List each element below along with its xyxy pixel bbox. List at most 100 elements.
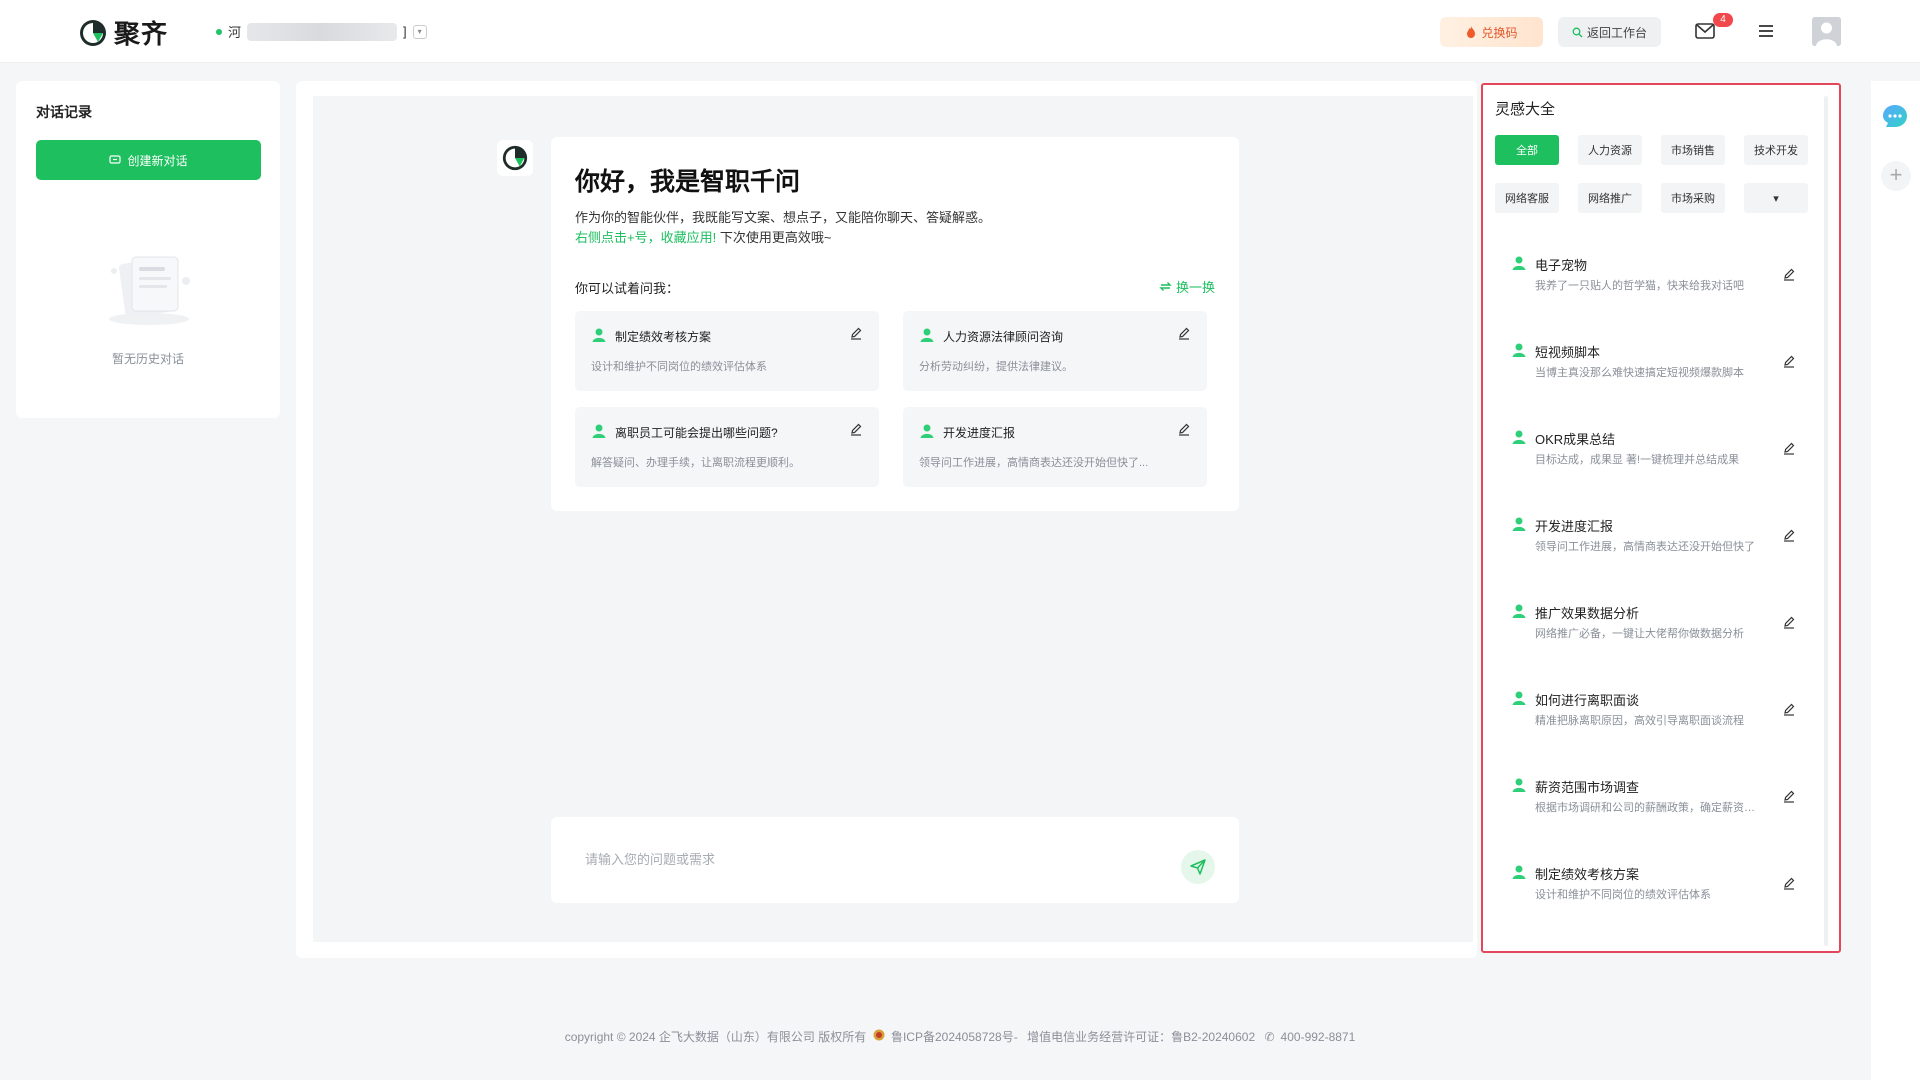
item-title: 如何进行离职面谈 [1535, 693, 1640, 708]
icp-link[interactable]: 鲁ICP备2024058728号- [891, 1030, 1018, 1044]
item-subtitle: 设计和维护不同岗位的绩效评估体系 [1535, 889, 1711, 901]
org-name-redacted [247, 22, 398, 41]
user-icon [592, 328, 606, 342]
refresh-button[interactable]: 换一换 [1159, 277, 1215, 296]
category-tab-promotion[interactable]: 网络推广 [1578, 183, 1642, 213]
inspiration-item[interactable]: 电子宠物 我养了一只贴人的哲学猫，快来给我对话吧 [1495, 243, 1815, 307]
user-icon [1512, 604, 1526, 618]
phone-number: 400-992-8871 [1280, 1030, 1356, 1044]
category-tab-purchasing[interactable]: 市场采购 [1661, 183, 1725, 213]
inspiration-item[interactable]: 如何进行离职面谈 精准把脉离职原因，高效引导离职面谈流程 [1495, 678, 1815, 742]
question-card[interactable]: 开发进度汇报 领导问工作进展，高情商表达还没开始但快了... [903, 407, 1207, 487]
welcome-card: 你好，我是智职千问 作为你的智能伙伴，我既能写文案、想点子，又能陪你聊天、答疑解… [551, 137, 1239, 511]
phone-icon: ✆ [1264, 1030, 1275, 1044]
chat-input[interactable] [585, 846, 1145, 872]
question-card[interactable]: 离职员工可能会提出哪些问题? 解答疑问、办理手续，让离职流程更顺利。 [575, 407, 879, 487]
refresh-label: 换一换 [1175, 280, 1215, 295]
edit-icon[interactable] [849, 422, 863, 436]
user-icon [1812, 17, 1841, 46]
item-subtitle: 当博主真没那么难快速搞定短视频爆款脚本 [1535, 367, 1744, 379]
refresh-icon [1159, 282, 1172, 291]
item-title: 推广效果数据分析 [1535, 606, 1640, 621]
edit-icon[interactable] [1177, 326, 1191, 340]
edit-icon[interactable] [1782, 528, 1796, 542]
category-tab-tech[interactable]: 技术开发 [1744, 135, 1808, 165]
question-title: 人力资源法律顾问咨询 [943, 330, 1064, 344]
chevron-down-icon[interactable]: ▾ [412, 24, 427, 39]
edit-icon[interactable] [1782, 441, 1796, 455]
edit-icon[interactable] [1782, 876, 1796, 890]
edit-icon[interactable] [1782, 702, 1796, 716]
brand-name: 聚齐 [114, 19, 169, 49]
question-title: 制定绩效考核方案 [615, 330, 712, 344]
org-selector[interactable]: 河 ] ▾ [216, 22, 427, 41]
category-tab-all[interactable]: 全部 [1495, 135, 1559, 165]
user-icon [1512, 691, 1526, 705]
user-icon [1512, 256, 1526, 270]
category-tab-support[interactable]: 网络客服 [1495, 183, 1559, 213]
logo-icon [80, 19, 106, 46]
item-title: 短视频脚本 [1535, 345, 1601, 360]
category-tab-hr[interactable]: 人力资源 [1578, 135, 1642, 165]
mail-icon[interactable] [1694, 21, 1716, 41]
question-subtitle: 领导问工作进展，高情商表达还没开始但快了... [919, 457, 1149, 469]
chat-input-box [551, 817, 1239, 903]
edit-icon[interactable] [1782, 267, 1796, 281]
question-card[interactable]: 人力资源法律顾问咨询 分析劳动纠纷，提供法律建议。 [903, 311, 1207, 391]
user-icon [920, 424, 934, 438]
empty-state-text: 暂无历史对话 [111, 352, 184, 366]
menu-icon[interactable] [1756, 22, 1776, 40]
user-icon [1512, 343, 1526, 357]
edit-icon[interactable] [1782, 615, 1796, 629]
chat-icon [109, 155, 122, 164]
category-tab-sales[interactable]: 市场销售 [1661, 135, 1725, 165]
inspiration-item[interactable]: 短视频脚本 当博主真没那么难快速搞定短视频爆款脚本 [1495, 330, 1815, 394]
notification-badge: 4 [1713, 13, 1733, 27]
new-chat-button[interactable]: 创建新对话 [36, 140, 261, 180]
chat-bubble-icon[interactable] [1881, 102, 1909, 130]
avatar[interactable] [1812, 17, 1841, 46]
inspiration-item[interactable]: 推广效果数据分析 网络推广必备，一键让大佬帮你做数据分析 [1495, 591, 1815, 655]
edit-icon[interactable] [1177, 422, 1191, 436]
chevron-down-icon[interactable]: ▾ [1744, 183, 1808, 213]
add-app-button[interactable]: + [1881, 161, 1911, 191]
bot-logo-icon [502, 145, 528, 171]
question-card[interactable]: 制定绩效考核方案 设计和维护不同岗位的绩效评估体系 [575, 311, 879, 391]
try-asking-label: 你可以试着问我： [575, 281, 680, 296]
welcome-title: 你好，我是智职千问 [575, 168, 801, 196]
scrollbar[interactable] [1824, 96, 1828, 946]
item-subtitle: 我养了一只贴人的哲学猫，快来给我对话吧 [1535, 280, 1744, 292]
bot-avatar [497, 140, 533, 176]
panel-title: 对话记录 [36, 104, 92, 120]
back-to-workbench-button[interactable]: 返回工作台 [1558, 17, 1661, 47]
redeem-button[interactable]: 兑换码 [1440, 17, 1543, 47]
inspiration-item[interactable]: 制定绩效考核方案 设计和维护不同岗位的绩效评估体系 [1495, 852, 1815, 916]
item-title: 开发进度汇报 [1535, 519, 1614, 534]
inspiration-title: 灵感大全 [1495, 101, 1556, 118]
question-title: 离职员工可能会提出哪些问题? [615, 426, 778, 440]
inspiration-item[interactable]: 薪资范围市场调查 根据市场调研和公司的薪酬政策，确定薪资范围 [1495, 765, 1815, 829]
edit-icon[interactable] [849, 326, 863, 340]
user-icon [1512, 865, 1526, 879]
question-subtitle: 分析劳动纠纷，提供法律建议。 [919, 361, 1073, 373]
edit-icon[interactable] [1782, 789, 1796, 803]
back-label: 返回工作台 [1586, 25, 1647, 40]
tip-highlight: 右侧点击+号，收藏应用! [575, 230, 717, 245]
edit-icon[interactable] [1782, 354, 1796, 368]
empty-document-icon [109, 256, 190, 325]
inspiration-item[interactable]: OKR成果总结 目标达成，成果显 著!一键梳理并总结成果 [1495, 417, 1815, 481]
item-title: 电子宠物 [1535, 258, 1588, 273]
search-icon [1572, 27, 1583, 37]
send-button[interactable] [1181, 850, 1215, 884]
item-title: OKR成果总结 [1535, 432, 1616, 447]
inspiration-item[interactable]: 开发进度汇报 领导问工作进展，高情商表达还没开始但快了 [1495, 504, 1815, 568]
welcome-description: 作为你的智能伙伴，我既能写文案、想点子，又能陪你聊天、答疑解惑。 [575, 210, 992, 225]
item-title: 薪资范围市场调查 [1535, 780, 1640, 795]
item-subtitle: 目标达成，成果显 著!一键梳理并总结成果 [1535, 454, 1740, 466]
status-dot [216, 28, 222, 35]
user-icon [920, 328, 934, 342]
top-bar: 聚齐 河 ] ▾ 兑换码 返回工作台 4 [0, 0, 1920, 63]
conversation-history-panel: 对话记录 创建新对话 暂无历史对话 [16, 81, 280, 418]
user-icon [1512, 778, 1526, 792]
logo[interactable]: 聚齐 [78, 14, 168, 51]
